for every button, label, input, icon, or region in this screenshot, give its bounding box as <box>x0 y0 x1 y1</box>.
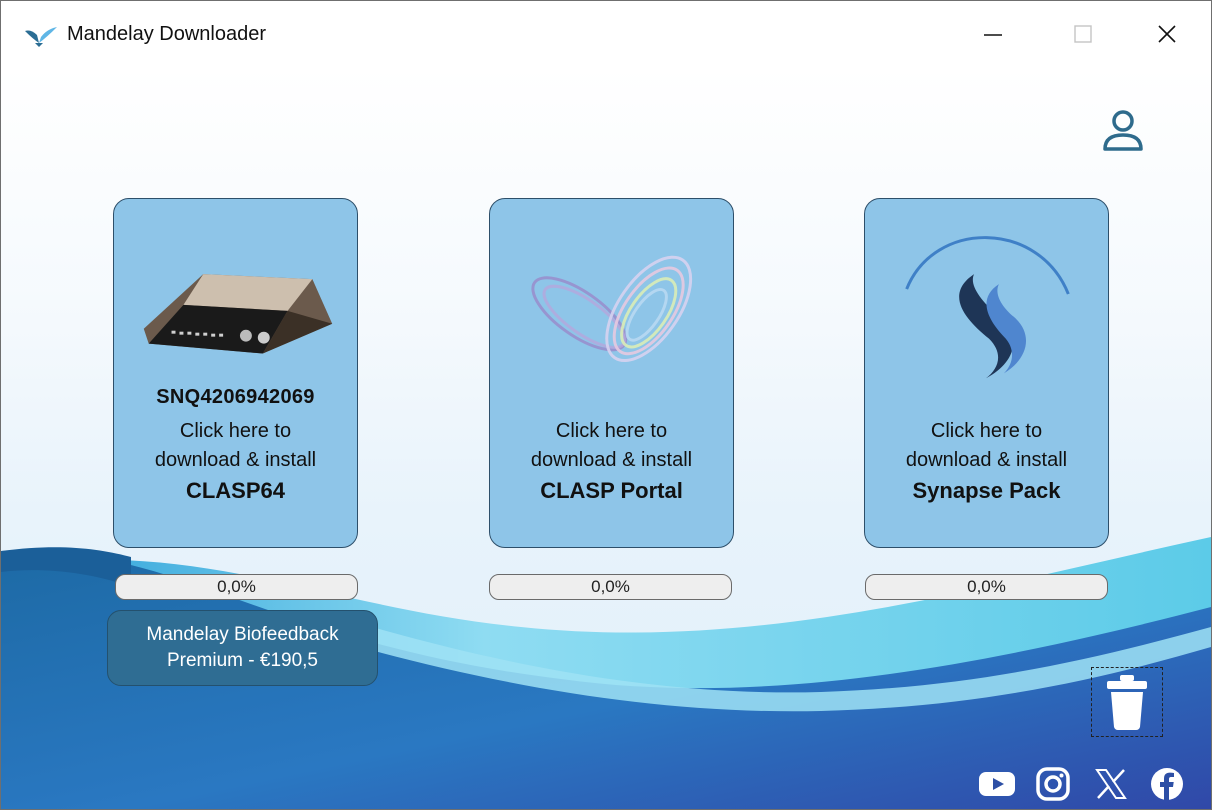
maximize-icon <box>1074 25 1092 43</box>
close-button[interactable] <box>1139 9 1195 59</box>
progress-label: 0,0% <box>217 577 256 596</box>
instagram-icon <box>1036 767 1070 801</box>
facebook-button[interactable] <box>1147 764 1187 804</box>
download-card-synapse-pack[interactable]: Click here to download & install Synapse… <box>864 198 1109 548</box>
youtube-icon <box>979 772 1015 796</box>
main-content: SNQ4206942069 Click here to download & i… <box>1 67 1211 809</box>
x-button[interactable] <box>1091 764 1131 804</box>
card-instruction-line1: Click here to <box>555 420 668 442</box>
premium-line1: Mandelay Biofeedback <box>146 624 339 645</box>
mandelay-bird-icon <box>25 27 57 47</box>
trash-icon <box>1107 675 1147 730</box>
progress-bar-clasp64: 0,0% <box>115 574 358 600</box>
clasp-portal-logo <box>531 255 693 363</box>
trash-button[interactable] <box>1091 667 1163 737</box>
x-icon <box>1095 769 1127 799</box>
premium-line2: Premium - €190,5 <box>166 650 318 671</box>
progress-bar-clasp-portal: 0,0% <box>489 574 732 600</box>
download-card-clasp-portal[interactable]: Click here to download & install CLASP P… <box>489 198 734 548</box>
minimize-button[interactable] <box>965 9 1021 59</box>
minimize-icon <box>984 34 1002 36</box>
progress-label: 0,0% <box>591 577 630 596</box>
youtube-button[interactable] <box>977 764 1017 804</box>
card-product-name: CLASP64 <box>185 478 286 503</box>
premium-purchase-button[interactable]: Mandelay Biofeedback Premium - €190,5 <box>107 610 378 686</box>
title-bar: Mandelay Downloader <box>1 1 1211 67</box>
user-icon[interactable] <box>1099 107 1147 155</box>
card-instruction-line1: Click here to <box>930 420 1043 442</box>
maximize-button[interactable] <box>1055 9 1111 59</box>
close-icon <box>1158 25 1176 43</box>
card-instruction-line1: Click here to <box>179 420 292 442</box>
card-instruction-line2: download & install <box>530 449 693 471</box>
card-product-name: CLASP Portal <box>540 478 683 503</box>
window-title: Mandelay Downloader <box>67 23 267 45</box>
card-product-name: Synapse Pack <box>912 478 1061 503</box>
instagram-button[interactable] <box>1033 764 1073 804</box>
device-serial: SNQ4206942069 <box>156 386 315 408</box>
card-instruction-line2: download & install <box>154 449 317 471</box>
progress-bar-synapse-pack: 0,0% <box>865 574 1108 600</box>
synapse-logo <box>905 236 1070 379</box>
device-box-image <box>143 274 333 354</box>
facebook-icon <box>1151 768 1183 800</box>
card-instruction-line2: download & install <box>905 449 1068 471</box>
progress-label: 0,0% <box>967 577 1006 596</box>
app-window: Mandelay Downloader SNQ4206942069 Click … <box>0 0 1212 810</box>
download-card-clasp64[interactable]: SNQ4206942069 Click here to download & i… <box>113 198 358 548</box>
